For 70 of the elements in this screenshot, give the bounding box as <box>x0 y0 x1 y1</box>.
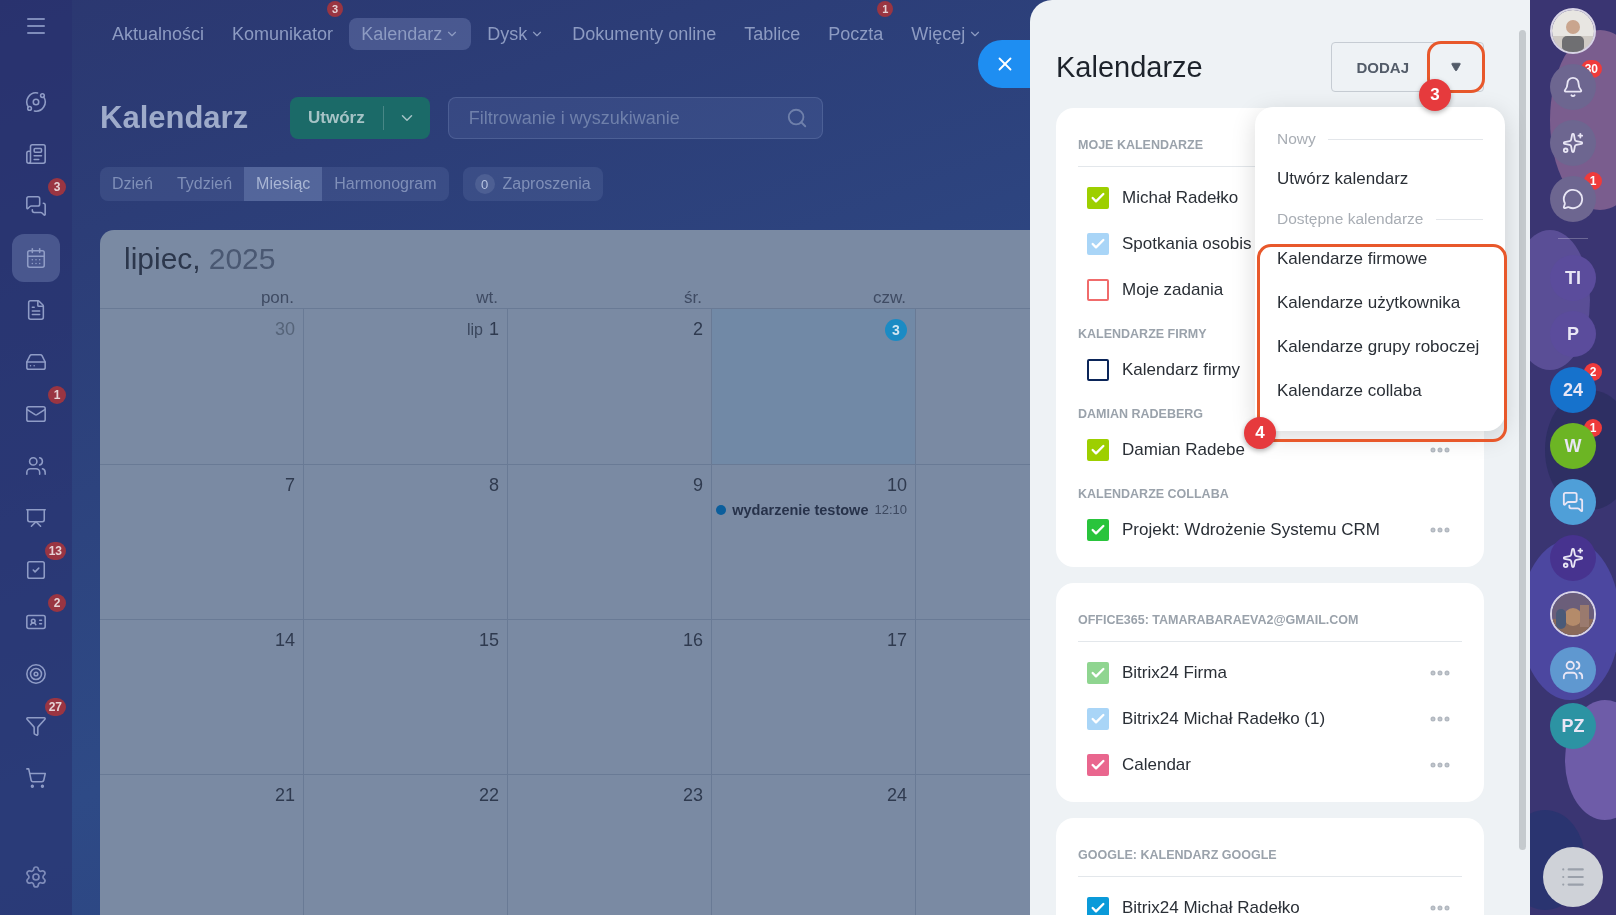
count-badge: 3 <box>327 1 344 17</box>
menu-heading: Dostępne kalendarze <box>1277 210 1424 228</box>
weekday-label: wt. <box>475 287 499 309</box>
event-title[interactable]: wydarzenie testowe <box>732 501 869 518</box>
nav-tab[interactable]: Komunikator <box>220 18 346 50</box>
count-badge: 1 <box>48 386 66 404</box>
calendar-name: Michał Radełko <box>1122 188 1239 208</box>
panel-title: Kalendarze <box>1056 50 1203 84</box>
invitations-button[interactable]: 0 Zaproszenia <box>462 167 603 201</box>
count-badge: 27 <box>44 698 66 716</box>
weekday-label: czw. <box>871 287 907 309</box>
day-number: 3 <box>885 319 907 342</box>
day-number: 2 <box>693 319 703 341</box>
view-tab[interactable]: Miesiąc <box>244 167 323 201</box>
day-number: 9 <box>693 474 703 496</box>
nav-tab[interactable]: Poczta <box>816 18 896 50</box>
nav-tab[interactable]: Kalendarz <box>349 18 472 50</box>
view-tab[interactable]: Harmonogram <box>322 167 449 201</box>
view-tab[interactable]: Tydzień <box>164 167 245 201</box>
month-title: lipiec, <box>124 241 201 276</box>
day-number: 14 <box>274 629 295 651</box>
section-heading: KALENDARZE COLLABA <box>1078 486 1229 503</box>
day-number: 8 <box>489 474 499 496</box>
day-number: 15 <box>478 629 499 651</box>
count-badge: 3 <box>48 178 66 196</box>
section-heading: OFFICE365: TAMARABARAEVA2@GMAIL.COM <box>1078 607 1462 642</box>
weekday-label: śr. <box>683 287 703 309</box>
day-number: 24 <box>886 784 907 806</box>
menu-item[interactable]: Kalendarze collaba <box>1277 369 1483 413</box>
nav-tab[interactable]: Tablice <box>732 18 813 50</box>
count-badge: 1 <box>877 1 894 17</box>
menu-item[interactable]: Kalendarze grupy roboczej <box>1277 325 1483 369</box>
day-number: 23 <box>682 784 703 806</box>
calendar-name: Spotkania osobis <box>1122 234 1252 254</box>
count-badge: 0 <box>474 174 495 194</box>
calendar-name: Calendar <box>1122 755 1191 775</box>
menu-heading: Nowy <box>1277 130 1316 148</box>
day-number: 21 <box>274 784 295 806</box>
calendar-name: Bitrix24 Firma <box>1122 663 1227 683</box>
day-number: 16 <box>682 629 703 651</box>
nav-tab[interactable]: Dysk <box>475 18 557 50</box>
menu-item[interactable]: Kalendarze użytkownika <box>1277 281 1483 325</box>
section-heading: KALENDARZE FIRMY <box>1078 326 1207 343</box>
search-field[interactable]: Filtrowanie i wyszukiwanie <box>447 97 823 139</box>
event-time: 12:10 <box>874 502 907 517</box>
month-label: lip <box>466 321 483 340</box>
calendar-name: Kalendarz firmy <box>1122 360 1241 380</box>
calendar-name: Bitrix24 Michał Radełko (1) <box>1122 709 1326 729</box>
day-number: 17 <box>886 629 907 651</box>
count-badge: 13 <box>44 542 66 560</box>
day-number: 22 <box>478 784 499 806</box>
nav-tab[interactable]: Więcej <box>899 18 995 50</box>
step-badge: 3 <box>1419 79 1451 111</box>
calendar-name: Bitrix24 Michał Radełko <box>1122 898 1300 915</box>
menu-item[interactable]: Kalendarze firmowe <box>1277 237 1483 281</box>
create-button[interactable]: Utwórz <box>290 97 430 139</box>
day-number: 7 <box>285 474 295 496</box>
day-number: 10 <box>886 474 907 496</box>
section-heading: GOOGLE: KALENDARZ GOOGLE <box>1078 842 1462 877</box>
calendar-name: Projekt: Wdrożenie Systemu CRM <box>1122 520 1380 540</box>
weekday-label: pon. <box>259 287 295 309</box>
calendar-name: Damian Radebe <box>1122 440 1245 460</box>
view-tab[interactable]: Dzień <box>100 167 165 201</box>
day-number: 1 <box>489 319 499 341</box>
page-title: Kalendarz <box>100 100 250 136</box>
calendar-name: Moje zadania <box>1122 280 1224 300</box>
nav-tab[interactable]: Aktualności <box>100 18 217 50</box>
section-heading: DAMIAN RADEBERG <box>1078 406 1203 423</box>
nav-tab[interactable]: Dokumenty online <box>560 18 729 50</box>
count-badge: 2 <box>48 594 66 612</box>
